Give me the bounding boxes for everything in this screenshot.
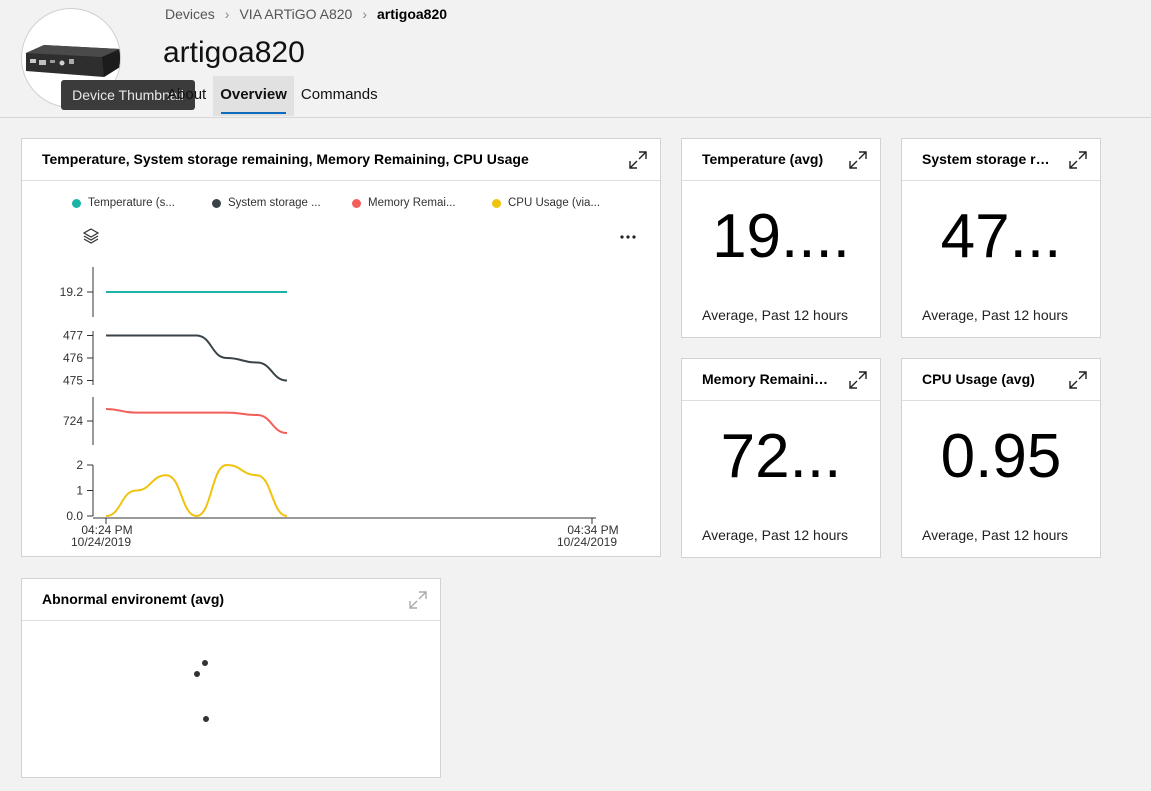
tile-storage: System storage re... 47... Average, Past… bbox=[901, 138, 1101, 338]
x-tick-date: 10/24/2019 bbox=[557, 535, 617, 549]
expand-icon[interactable] bbox=[1068, 370, 1088, 390]
card-header: Memory Remainin... bbox=[682, 359, 880, 401]
tab-commands[interactable]: Commands bbox=[294, 76, 385, 116]
tile-title: System storage re... bbox=[922, 151, 1052, 167]
line-chart: 19.2477476475724210.004:24 PM10/24/20190… bbox=[60, 267, 619, 549]
tile-value: 47... bbox=[940, 202, 1062, 271]
card-header: System storage re... bbox=[902, 139, 1100, 181]
y-tick-label: 475 bbox=[63, 374, 83, 388]
card-header: Temperature (avg) bbox=[682, 139, 880, 181]
tile-value: 19.... bbox=[712, 202, 850, 271]
breadcrumb-devices[interactable]: Devices bbox=[165, 6, 215, 22]
tile-value: 72... bbox=[720, 422, 842, 491]
tile-caption: Average, Past 12 hours bbox=[922, 307, 1069, 323]
tile-title: CPU Usage (avg) bbox=[922, 371, 1035, 387]
loading-indicator bbox=[194, 660, 209, 722]
breadcrumb-current: artigoa820 bbox=[376, 6, 448, 22]
tile-temperature: Temperature (avg) 19.... Average, Past 1… bbox=[681, 138, 881, 338]
page-title: artigoa820 bbox=[163, 36, 305, 69]
abnormal-environment-card: Abnormal environemt (avg) bbox=[21, 578, 441, 778]
tab-bar: About Overview Commands bbox=[160, 76, 385, 116]
y-tick-label: 2 bbox=[76, 458, 83, 472]
tile-title: Temperature (avg) bbox=[702, 151, 824, 167]
series-line bbox=[106, 334, 288, 382]
y-tick-label: 477 bbox=[63, 329, 83, 343]
card-header: CPU Usage (avg) bbox=[902, 359, 1100, 401]
expand-icon[interactable] bbox=[848, 370, 868, 390]
tile-cpu: CPU Usage (avg) 0.95 Average, Past 12 ho… bbox=[901, 358, 1101, 558]
y-tick-label: 476 bbox=[63, 351, 83, 365]
y-tick-label: 0.0 bbox=[66, 509, 83, 523]
tile-memory: Memory Remainin... 72... Average, Past 1… bbox=[681, 358, 881, 558]
device-header: Device Thumbnail Devices › VIA ARTiGO A8… bbox=[0, 0, 1151, 118]
tile-title: Memory Remainin... bbox=[702, 371, 832, 387]
tile-value: 0.95 bbox=[940, 422, 1062, 491]
telemetry-chart-card: Temperature, System storage remaining, M… bbox=[21, 138, 661, 557]
y-tick-label: 19.2 bbox=[60, 285, 84, 299]
tile-caption: Average, Past 12 hours bbox=[702, 307, 849, 323]
chevron-right-icon: › bbox=[362, 6, 367, 22]
series-line bbox=[105, 463, 288, 518]
breadcrumb-template[interactable]: VIA ARTiGO A820 bbox=[239, 6, 352, 22]
chevron-right-icon: › bbox=[224, 6, 230, 22]
expand-icon[interactable] bbox=[848, 150, 868, 170]
breadcrumb: Devices › VIA ARTiGO A820 › artigoa820 bbox=[165, 6, 447, 22]
x-tick-date: 10/24/2019 bbox=[71, 535, 131, 549]
series-line bbox=[105, 408, 288, 434]
y-tick-label: 1 bbox=[76, 484, 83, 498]
tab-overview[interactable]: Overview bbox=[213, 76, 294, 116]
y-tick-label: 724 bbox=[63, 414, 83, 428]
tile-caption: Average, Past 12 hours bbox=[922, 527, 1069, 543]
expand-icon[interactable] bbox=[1068, 150, 1088, 170]
tab-about[interactable]: About bbox=[160, 76, 213, 116]
tile-caption: Average, Past 12 hours bbox=[702, 527, 849, 543]
